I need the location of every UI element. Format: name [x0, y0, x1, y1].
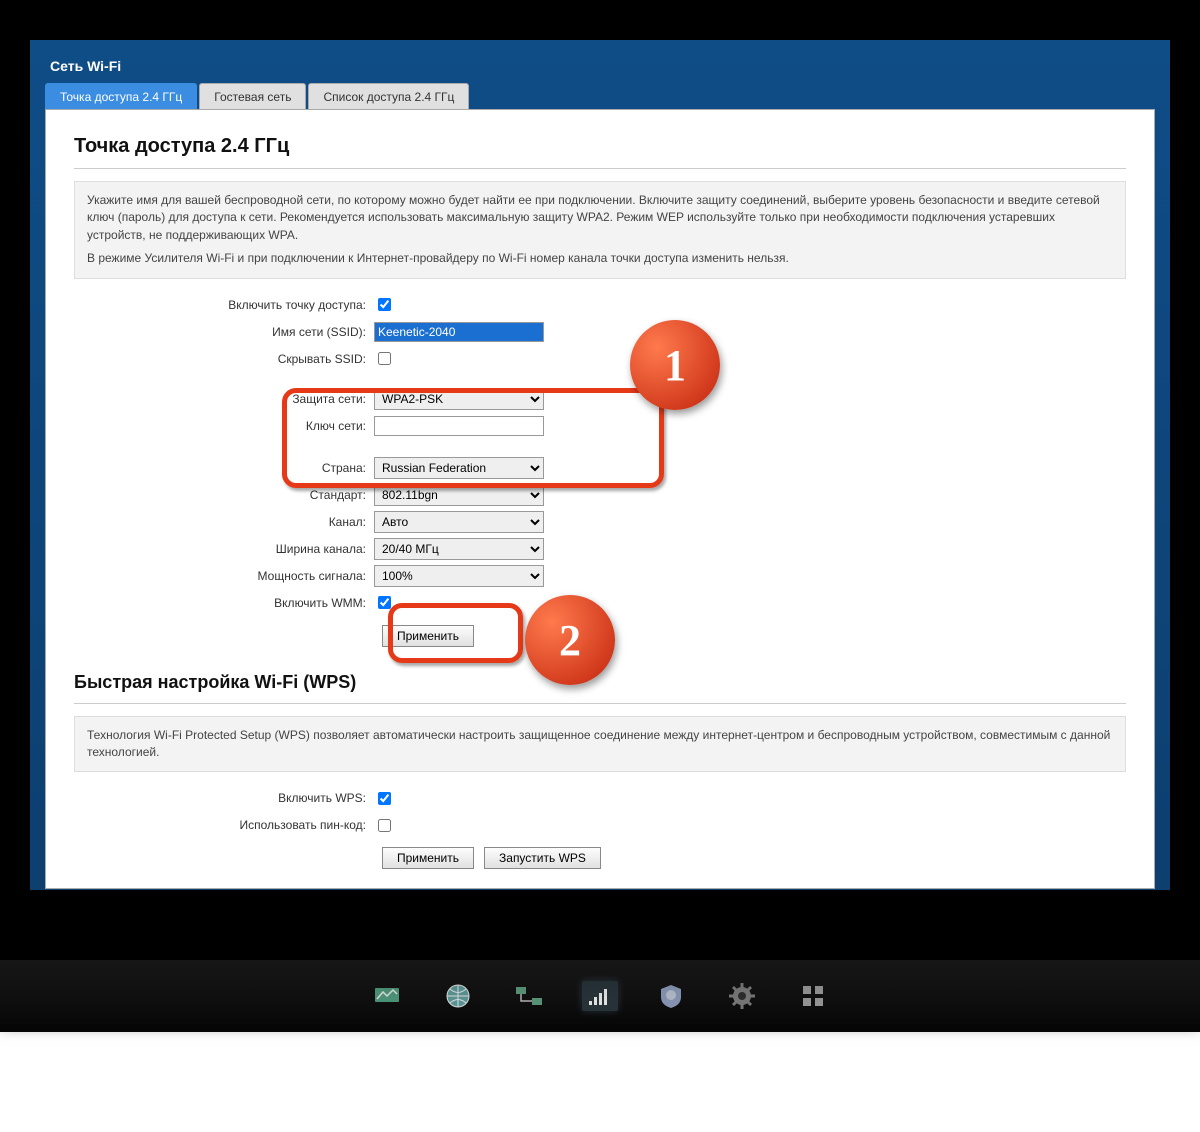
label-wps-pin: Использовать пин-код:: [74, 818, 374, 832]
wps-heading: Быстрая настройка Wi-Fi (WPS): [74, 672, 1126, 693]
width-select[interactable]: 20/40 МГц: [374, 538, 544, 560]
label-standard: Стандарт:: [74, 488, 374, 502]
label-enable-ap: Включить точку доступа:: [74, 298, 374, 312]
ap-desc1: Укажите имя для вашей беспроводной сети,…: [87, 192, 1113, 244]
wifi-icon[interactable]: [582, 981, 618, 1011]
network-icon[interactable]: [511, 981, 547, 1011]
hide-ssid-checkbox[interactable]: [378, 352, 391, 365]
label-hide-ssid: Скрывать SSID:: [74, 352, 374, 366]
divider: [74, 703, 1126, 704]
standard-select[interactable]: 802.11bgn: [374, 484, 544, 506]
wps-description: Технология Wi-Fi Protected Setup (WPS) п…: [74, 716, 1126, 773]
key-input[interactable]: [374, 416, 544, 436]
enable-ap-checkbox[interactable]: [378, 298, 391, 311]
label-security: Защита сети:: [74, 392, 374, 406]
divider: [74, 168, 1126, 169]
label-wmm: Включить WMM:: [74, 596, 374, 610]
wps-run-button[interactable]: Запустить WPS: [484, 847, 601, 869]
label-key: Ключ сети:: [74, 419, 374, 433]
tab-bar: Точка доступа 2.4 ГГц Гостевая сеть Спис…: [45, 83, 1155, 110]
apps-icon[interactable]: [795, 981, 831, 1011]
label-power: Мощность сигнала:: [74, 569, 374, 583]
tab-acl[interactable]: Список доступа 2.4 ГГц: [308, 83, 469, 110]
label-ssid: Имя сети (SSID):: [74, 325, 374, 339]
security-select[interactable]: WPA2-PSK: [374, 388, 544, 410]
tab-ap[interactable]: Точка доступа 2.4 ГГц: [45, 83, 197, 110]
label-width: Ширина канала:: [74, 542, 374, 556]
wps-pin-checkbox[interactable]: [378, 819, 391, 832]
wps-enable-checkbox[interactable]: [378, 792, 391, 805]
wps-apply-button[interactable]: Применить: [382, 847, 474, 869]
label-country: Страна:: [74, 461, 374, 475]
ap-heading: Точка доступа 2.4 ГГц: [74, 135, 1126, 158]
power-select[interactable]: 100%: [374, 565, 544, 587]
gear-icon[interactable]: [724, 981, 760, 1011]
ap-desc2: В режиме Усилителя Wi-Fi и при подключен…: [87, 250, 1113, 267]
country-select[interactable]: Russian Federation: [374, 457, 544, 479]
label-channel: Канал:: [74, 515, 374, 529]
shield-icon[interactable]: [653, 981, 689, 1011]
apply-button[interactable]: Применить: [382, 625, 474, 647]
monitor-icon[interactable]: [369, 981, 405, 1011]
window-title: Сеть Wi-Fi: [45, 50, 1155, 82]
tab-guest[interactable]: Гостевая сеть: [199, 83, 306, 110]
label-wps-enable: Включить WPS:: [74, 791, 374, 805]
channel-select[interactable]: Авто: [374, 511, 544, 533]
ap-description: Укажите имя для вашей беспроводной сети,…: [74, 181, 1126, 279]
ssid-input[interactable]: [374, 322, 544, 342]
wmm-checkbox[interactable]: [378, 596, 391, 609]
bottom-nav: [0, 960, 1200, 1032]
globe-icon[interactable]: [440, 981, 476, 1011]
wps-desc: Технология Wi-Fi Protected Setup (WPS) п…: [87, 727, 1113, 762]
